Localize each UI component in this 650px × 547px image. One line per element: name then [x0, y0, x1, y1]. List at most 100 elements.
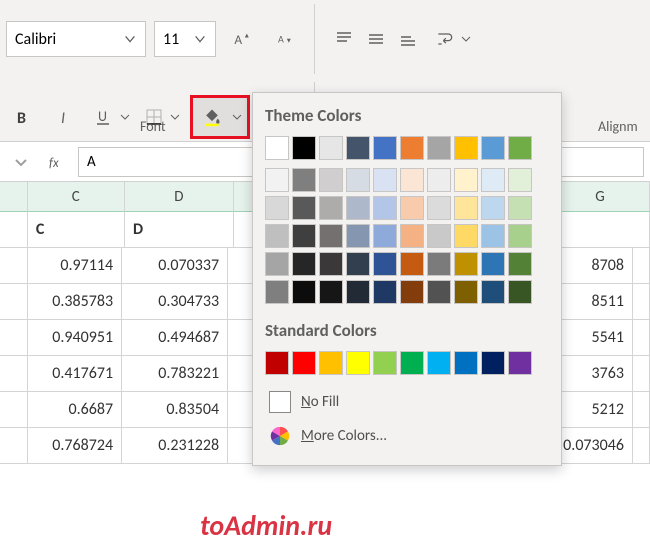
- color-swatch[interactable]: [319, 252, 343, 276]
- increase-font-button[interactable]: A▲: [224, 22, 258, 56]
- font-name-select[interactable]: Calibri: [6, 21, 146, 57]
- cell[interactable]: 0.385783: [28, 284, 123, 320]
- cell[interactable]: 0.494687: [122, 320, 228, 356]
- more-colors-item[interactable]: More Colors...: [265, 419, 549, 453]
- color-swatch[interactable]: [481, 196, 505, 220]
- color-swatch[interactable]: [346, 252, 370, 276]
- cell[interactable]: 0.304733: [122, 284, 228, 320]
- color-swatch[interactable]: [427, 252, 451, 276]
- color-swatch[interactable]: [373, 252, 397, 276]
- cell[interactable]: 0.97114: [28, 248, 123, 284]
- cell[interactable]: [633, 428, 650, 464]
- color-swatch[interactable]: [454, 280, 478, 304]
- color-swatch[interactable]: [427, 351, 451, 375]
- color-swatch[interactable]: [481, 351, 505, 375]
- color-swatch[interactable]: [454, 168, 478, 192]
- color-swatch[interactable]: [454, 351, 478, 375]
- color-swatch[interactable]: [454, 252, 478, 276]
- color-swatch[interactable]: [427, 280, 451, 304]
- cell[interactable]: 0.83504: [122, 392, 228, 428]
- cell[interactable]: 0.070337: [122, 248, 228, 284]
- wrap-text-button[interactable]: [431, 22, 473, 56]
- color-swatch[interactable]: [292, 280, 316, 304]
- color-swatch[interactable]: [292, 136, 316, 160]
- color-swatch[interactable]: [508, 280, 532, 304]
- color-swatch[interactable]: [427, 224, 451, 248]
- cell[interactable]: [551, 212, 650, 248]
- cell[interactable]: 0.231228: [122, 428, 228, 464]
- cell[interactable]: 0.940951: [28, 320, 123, 356]
- color-swatch[interactable]: [508, 351, 532, 375]
- color-swatch[interactable]: [481, 136, 505, 160]
- color-swatch[interactable]: [454, 196, 478, 220]
- color-swatch[interactable]: [346, 196, 370, 220]
- color-swatch[interactable]: [319, 196, 343, 220]
- color-swatch[interactable]: [319, 168, 343, 192]
- column-header[interactable]: C: [28, 182, 125, 212]
- color-swatch[interactable]: [319, 351, 343, 375]
- color-swatch[interactable]: [346, 280, 370, 304]
- color-swatch[interactable]: [454, 224, 478, 248]
- cell[interactable]: C: [28, 212, 125, 248]
- cell[interactable]: [633, 356, 650, 392]
- color-swatch[interactable]: [346, 224, 370, 248]
- cell[interactable]: 0.768724: [28, 428, 123, 464]
- align-bottom-button[interactable]: [393, 24, 423, 54]
- color-swatch[interactable]: [400, 351, 424, 375]
- color-swatch[interactable]: [454, 136, 478, 160]
- color-swatch[interactable]: [265, 196, 289, 220]
- color-swatch[interactable]: [427, 168, 451, 192]
- align-middle-button[interactable]: [361, 24, 391, 54]
- color-swatch[interactable]: [400, 136, 424, 160]
- cell[interactable]: 0.6687: [28, 392, 123, 428]
- cell[interactable]: [633, 392, 650, 428]
- font-size-select[interactable]: 11: [154, 21, 216, 57]
- align-top-button[interactable]: [329, 24, 359, 54]
- underline-button[interactable]: U: [90, 100, 132, 134]
- color-swatch[interactable]: [346, 351, 370, 375]
- color-swatch[interactable]: [265, 224, 289, 248]
- color-swatch[interactable]: [292, 351, 316, 375]
- color-swatch[interactable]: [427, 196, 451, 220]
- cell[interactable]: [633, 248, 650, 284]
- decrease-font-button[interactable]: A▼: [266, 22, 300, 56]
- color-swatch[interactable]: [400, 196, 424, 220]
- color-swatch[interactable]: [319, 136, 343, 160]
- column-header[interactable]: G: [551, 182, 650, 212]
- color-swatch[interactable]: [481, 168, 505, 192]
- cell[interactable]: 0.417671: [28, 356, 123, 392]
- cell[interactable]: D: [125, 212, 234, 248]
- italic-button[interactable]: I: [48, 100, 82, 134]
- color-swatch[interactable]: [265, 168, 289, 192]
- color-swatch[interactable]: [481, 224, 505, 248]
- color-swatch[interactable]: [373, 168, 397, 192]
- color-swatch[interactable]: [400, 280, 424, 304]
- color-swatch[interactable]: [292, 168, 316, 192]
- color-swatch[interactable]: [427, 136, 451, 160]
- color-swatch[interactable]: [508, 168, 532, 192]
- color-swatch[interactable]: [481, 252, 505, 276]
- color-swatch[interactable]: [373, 196, 397, 220]
- color-swatch[interactable]: [481, 280, 505, 304]
- cell[interactable]: [633, 284, 650, 320]
- color-swatch[interactable]: [508, 136, 532, 160]
- color-swatch[interactable]: [319, 280, 343, 304]
- column-header[interactable]: [0, 182, 28, 212]
- color-swatch[interactable]: [508, 196, 532, 220]
- color-swatch[interactable]: [373, 280, 397, 304]
- color-swatch[interactable]: [265, 136, 289, 160]
- color-swatch[interactable]: [265, 351, 289, 375]
- color-swatch[interactable]: [400, 168, 424, 192]
- cell[interactable]: [633, 320, 650, 356]
- cell[interactable]: 0.783221: [122, 356, 228, 392]
- color-swatch[interactable]: [346, 168, 370, 192]
- chevron-down-icon[interactable]: [229, 112, 245, 122]
- fill-color-button[interactable]: [195, 100, 229, 134]
- color-swatch[interactable]: [319, 224, 343, 248]
- color-swatch[interactable]: [508, 252, 532, 276]
- color-swatch[interactable]: [508, 224, 532, 248]
- color-swatch[interactable]: [292, 252, 316, 276]
- color-swatch[interactable]: [400, 252, 424, 276]
- color-swatch[interactable]: [400, 224, 424, 248]
- no-fill-item[interactable]: No Fill: [265, 385, 549, 419]
